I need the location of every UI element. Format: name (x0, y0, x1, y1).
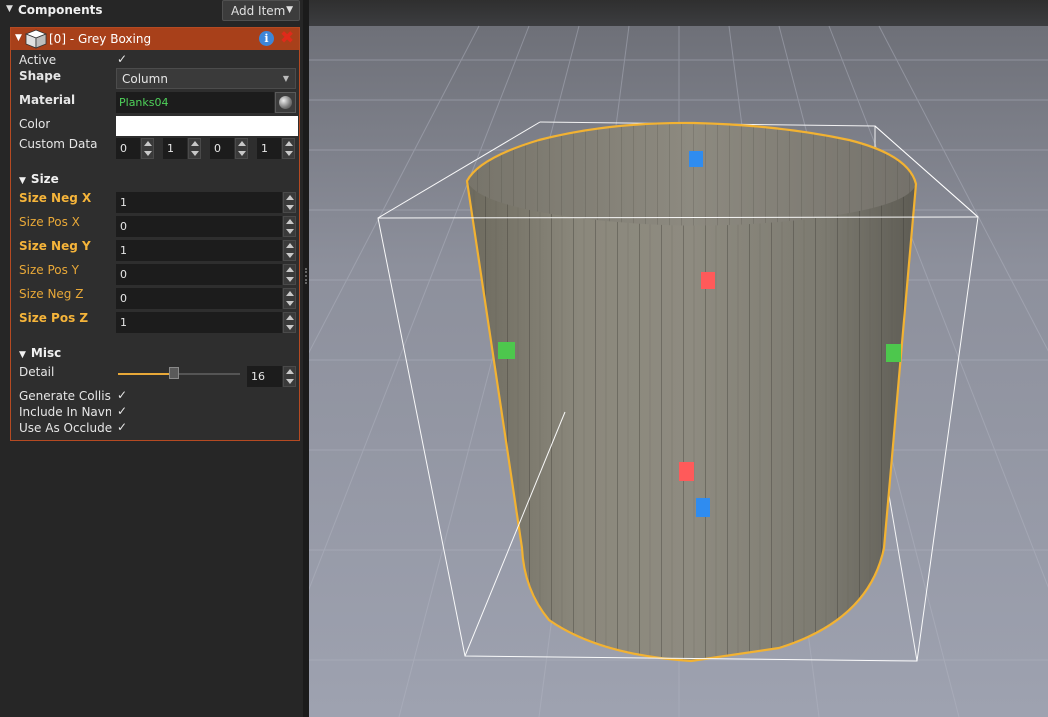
color-label: Color (19, 117, 51, 131)
chevron-down-icon[interactable]: ▼ (6, 4, 13, 14)
color-swatch[interactable] (116, 116, 298, 136)
custom-data-stepper-1[interactable] (188, 138, 201, 159)
chevron-down-icon: ▼ (19, 176, 26, 186)
viewport-canvas (309, 0, 1048, 717)
component-header[interactable]: ▼ [0] - Grey Boxing i ✖ (11, 28, 299, 50)
detail-slider-thumb[interactable] (169, 367, 179, 379)
size-neg-y-input[interactable]: 1 (116, 240, 282, 261)
chevron-down-icon: ▼ (282, 74, 289, 83)
detail-stepper[interactable] (283, 366, 296, 387)
size-pos-y-stepper[interactable] (283, 264, 296, 285)
size-pos-y-input[interactable]: 0 (116, 264, 282, 285)
x-handle-right[interactable] (886, 344, 901, 362)
size-pos-x-label: Size Pos X (19, 215, 80, 229)
size-section-title: Size (30, 172, 59, 186)
misc-section-header[interactable]: ▼ Misc (19, 346, 61, 360)
component-title: [0] - Grey Boxing (49, 32, 152, 46)
scene-viewport[interactable] (309, 0, 1048, 717)
add-item-label: Add Item (231, 4, 286, 18)
info-icon[interactable]: i (259, 31, 274, 46)
y-handle-front[interactable] (679, 462, 694, 481)
sphere-icon (279, 96, 292, 109)
size-neg-x-input[interactable]: 1 (116, 192, 282, 213)
chevron-down-icon: ▼ (286, 5, 293, 15)
custom-data-input-3[interactable]: 1 (257, 138, 281, 159)
grey-boxing-component: ▼ [0] - Grey Boxing i ✖ Active ✓ Shape C… (10, 27, 300, 441)
custom-data-input-2[interactable]: 0 (210, 138, 234, 159)
size-neg-y-stepper[interactable] (283, 240, 296, 261)
size-neg-z-input[interactable]: 0 (116, 288, 282, 309)
custom-data-input-1[interactable]: 1 (163, 138, 187, 159)
active-label: Active (19, 53, 57, 67)
shape-value: Column (122, 72, 168, 86)
custom-data-stepper-0[interactable] (141, 138, 154, 159)
size-neg-z-stepper[interactable] (283, 288, 296, 309)
shape-label: Shape (19, 69, 62, 83)
custom-data-stepper-2[interactable] (235, 138, 248, 159)
size-neg-z-label: Size Neg Z (19, 287, 84, 301)
include-navmesh-label: Include In Navmesh (19, 405, 111, 419)
z-handle-bottom[interactable] (696, 498, 710, 517)
use-as-occluder-checkbox[interactable]: ✓ (117, 420, 127, 434)
size-pos-y-label: Size Pos Y (19, 263, 79, 277)
misc-section-title: Misc (30, 346, 62, 360)
z-handle-top[interactable] (689, 151, 703, 167)
components-title: Components (18, 3, 103, 17)
active-checkbox[interactable]: ✓ (117, 52, 127, 66)
detail-label: Detail (19, 365, 55, 379)
generate-collision-label: Generate Collision (19, 389, 111, 403)
custom-data-label: Custom Data (19, 137, 98, 151)
cube-icon (24, 29, 48, 52)
y-handle-back[interactable] (701, 272, 715, 289)
size-section-header[interactable]: ▼ Size (19, 172, 59, 186)
chevron-down-icon: ▼ (19, 350, 26, 360)
include-navmesh-checkbox[interactable]: ✓ (117, 404, 127, 418)
use-as-occluder-label: Use As Occluder (19, 421, 113, 435)
custom-data-stepper-3[interactable] (282, 138, 295, 159)
material-picker-button[interactable] (275, 92, 296, 113)
size-pos-z-label: Size Pos Z (19, 311, 89, 325)
size-neg-x-stepper[interactable] (283, 192, 296, 213)
detail-slider-fill (118, 373, 174, 375)
detail-input[interactable]: 16 (247, 366, 282, 387)
size-pos-z-input[interactable]: 1 (116, 312, 282, 333)
custom-data-input-0[interactable]: 0 (116, 138, 140, 159)
close-icon[interactable]: ✖ (280, 28, 294, 48)
sky-background (309, 0, 1048, 26)
size-pos-x-stepper[interactable] (283, 216, 296, 237)
add-item-button[interactable]: Add Item ▼ (222, 0, 300, 21)
size-neg-y-label: Size Neg Y (19, 239, 91, 253)
size-pos-x-input[interactable]: 0 (116, 216, 282, 237)
chevron-down-icon[interactable]: ▼ (15, 33, 22, 43)
generate-collision-checkbox[interactable]: ✓ (117, 388, 127, 402)
shape-dropdown[interactable]: Column ▼ (116, 68, 296, 89)
size-neg-x-label: Size Neg X (19, 191, 92, 205)
x-handle-left[interactable] (498, 342, 515, 359)
material-label: Material (19, 93, 76, 107)
properties-panel: ▼ Components Add Item ▼ ▼ [0] - Grey Box… (0, 0, 303, 717)
detail-slider[interactable] (118, 373, 240, 375)
size-pos-z-stepper[interactable] (283, 312, 296, 333)
material-field[interactable]: Planks04 (116, 92, 274, 113)
